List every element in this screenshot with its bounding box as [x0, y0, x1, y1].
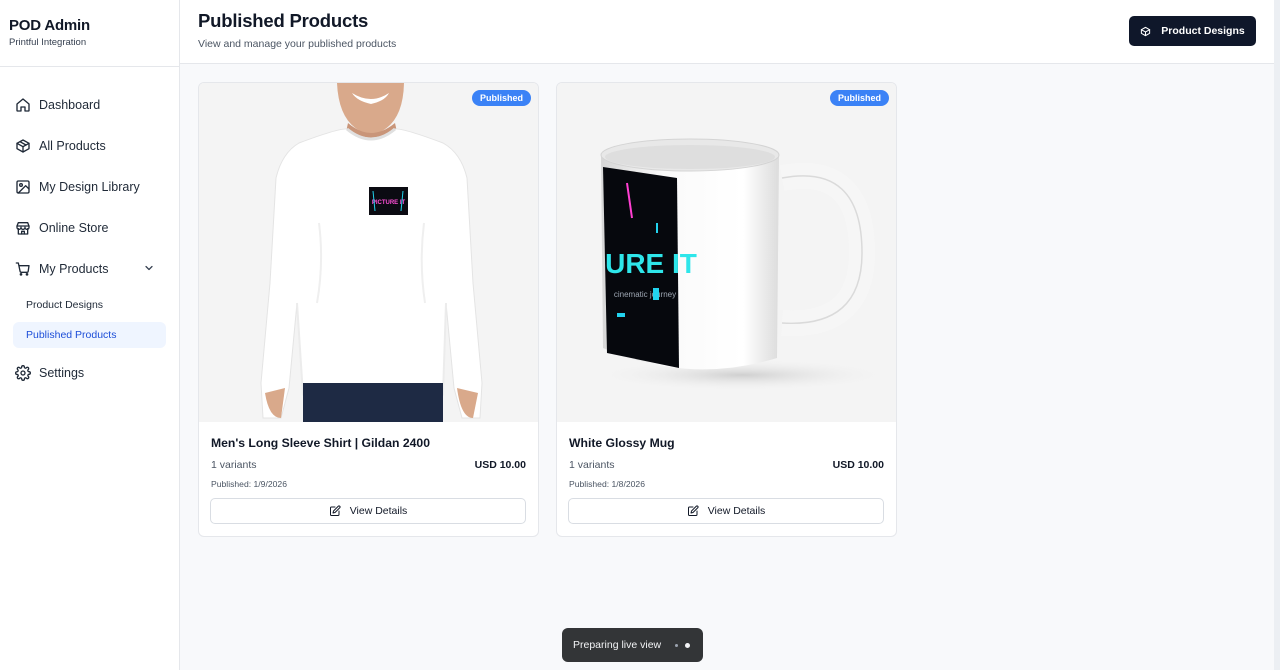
chevron-down-icon[interactable]	[143, 262, 155, 274]
live-view-toast: Preparing live view	[562, 628, 703, 662]
product-card: URE IT cinematic journey Published White…	[556, 82, 897, 537]
brand-title: POD Admin	[9, 17, 90, 34]
product-published-date: Published: 1/9/2026	[211, 479, 287, 489]
box-icon	[15, 138, 31, 154]
view-details-button[interactable]: View Details	[568, 498, 884, 524]
product-variants: 1 variants	[211, 459, 257, 471]
image-icon	[15, 179, 31, 195]
sidebar-item-label: Settings	[39, 365, 85, 380]
edit-icon	[687, 505, 699, 516]
product-image: PICTURE IT Published	[199, 83, 538, 422]
shirt-product-image: PICTURE IT	[199, 83, 538, 422]
page-scrollbar[interactable]	[1274, 0, 1280, 670]
sidebar-item-design-library[interactable]: My Design Library	[0, 166, 179, 207]
edit-icon	[329, 505, 341, 516]
loading-dots-icon	[675, 643, 690, 648]
view-details-button[interactable]: View Details	[210, 498, 526, 524]
product-image: URE IT cinematic journey Published	[557, 83, 896, 422]
store-icon	[15, 220, 31, 236]
product-variants: 1 variants	[569, 459, 615, 471]
status-badge: Published	[471, 90, 531, 106]
sidebar-item-settings[interactable]: Settings	[0, 352, 179, 393]
toast-label: Preparing live view	[573, 639, 662, 651]
my-products-submenu: Product Designs Published Products	[0, 292, 179, 348]
brand: POD Admin Printful Integration	[0, 0, 179, 67]
home-icon	[15, 97, 31, 113]
box-icon	[1141, 26, 1151, 36]
sidebar-subitem-product-designs[interactable]: Product Designs	[13, 292, 166, 318]
product-title: White Glossy Mug	[569, 436, 675, 450]
sidebar-nav: Dashboard All Products My Design Library…	[0, 67, 179, 393]
sidebar-subitem-published-products[interactable]: Published Products	[13, 322, 166, 348]
sidebar-item-label: Online Store	[39, 220, 109, 235]
product-price: USD 10.00	[832, 459, 884, 471]
mug-product-image: URE IT cinematic journey	[557, 83, 896, 422]
view-details-label: View Details	[349, 505, 408, 517]
product-price: USD 10.00	[474, 459, 526, 471]
view-details-label: View Details	[707, 505, 766, 517]
print-subtext: cinematic journey	[614, 290, 676, 299]
page-header: Published Products View and manage your …	[180, 0, 1274, 64]
product-published-date: Published: 1/8/2026	[569, 479, 645, 489]
print-text: PICTURE IT	[372, 200, 406, 206]
status-badge: Published	[829, 90, 889, 106]
product-card: PICTURE IT Published Men's Long Sleeve S…	[198, 82, 539, 537]
product-title: Men's Long Sleeve Shirt | Gildan 2400	[211, 436, 430, 450]
sidebar: POD Admin Printful Integration Dashboard…	[0, 0, 180, 670]
brand-subtitle: Printful Integration	[9, 37, 87, 48]
gear-icon	[15, 364, 31, 381]
sidebar-item-label: My Design Library	[39, 179, 140, 194]
product-designs-button-label: Product Designs	[1161, 25, 1245, 37]
product-designs-button[interactable]: Product Designs	[1129, 16, 1256, 46]
cart-icon	[15, 261, 31, 277]
sidebar-item-label: My Products	[39, 261, 109, 276]
page-title: Published Products	[198, 10, 369, 31]
sidebar-item-online-store[interactable]: Online Store	[0, 207, 179, 248]
sidebar-item-label: All Products	[39, 138, 106, 153]
print-text: URE IT	[605, 248, 697, 279]
sidebar-item-dashboard[interactable]: Dashboard	[0, 84, 179, 125]
sidebar-item-label: Dashboard	[39, 97, 101, 112]
sidebar-item-all-products[interactable]: All Products	[0, 125, 179, 166]
page-subtitle: View and manage your published products	[198, 38, 397, 50]
sidebar-item-my-products[interactable]: My Products	[0, 248, 179, 289]
main-content: Published Products View and manage your …	[180, 0, 1274, 670]
